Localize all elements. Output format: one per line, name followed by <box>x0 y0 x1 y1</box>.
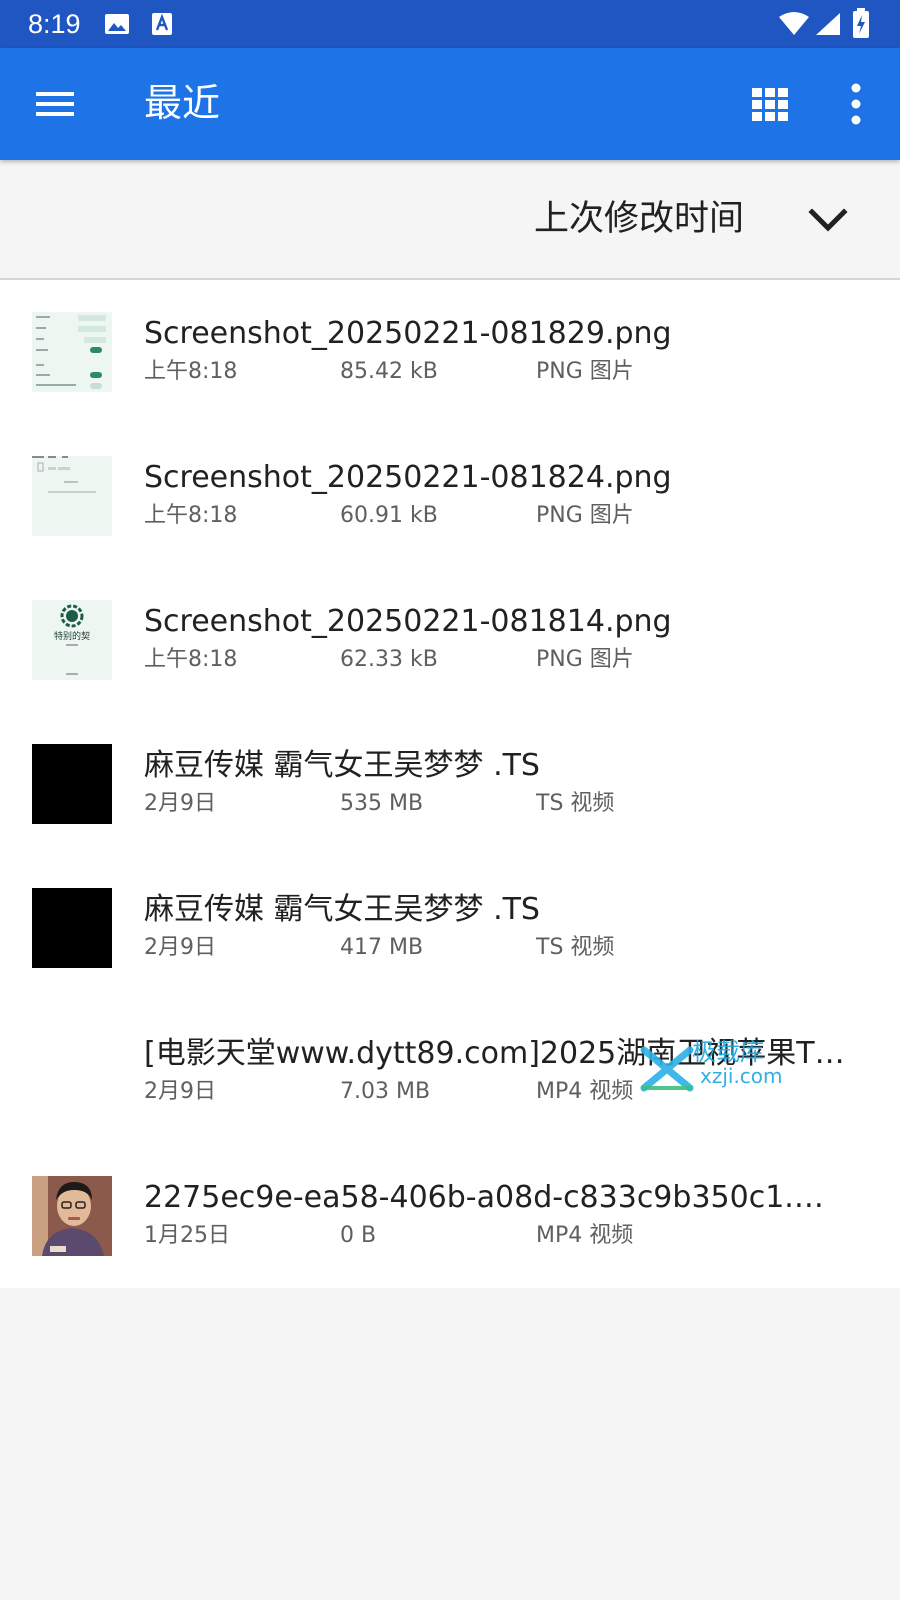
battery-charging-icon <box>853 8 869 38</box>
menu-icon[interactable] <box>36 88 76 120</box>
file-size: 7.03 MB <box>340 1079 431 1104</box>
file-thumbnail <box>32 312 112 392</box>
file-name: Screenshot_20250221-081814.png <box>144 604 672 639</box>
file-size: 85.42 kB <box>340 359 438 384</box>
watermark: 极载库 xzji.com <box>640 1038 790 1092</box>
grid-view-icon[interactable] <box>750 86 790 122</box>
page-title: 最近 <box>144 81 221 125</box>
status-time: 8:19 <box>28 9 81 39</box>
sort-bar: 上次修改时间 <box>0 160 900 280</box>
gallery-notification-icon <box>105 14 129 34</box>
file-type: PNG 图片 <box>536 503 634 528</box>
file-thumbnail <box>32 1032 112 1112</box>
file-name: 2275ec9e-ea58-406b-a08d-c833c9b350c1.mp4 <box>144 1180 852 1215</box>
dialog-screenshot-thumbnail <box>32 456 96 493</box>
sort-dropdown-label[interactable]: 上次修改时间 <box>534 198 744 240</box>
file-type: TS 视频 <box>536 935 615 960</box>
watermark-logo-icon <box>640 1046 694 1092</box>
file-list: Screenshot_20250221-081829.png 上午8:18 85… <box>0 280 900 1288</box>
file-list-item[interactable]: 特别的契 Screenshot_20250221-081814.png 上午8:… <box>0 568 900 712</box>
file-list-item[interactable]: 麻豆传媒 霸气女王吴梦梦 .TS 2月9日 417 MB TS 视频 <box>0 856 900 1000</box>
file-date: 1月25日 <box>144 1223 230 1248</box>
file-date: 上午8:18 <box>144 503 238 528</box>
text-notification-icon <box>152 13 172 35</box>
file-type: MP4 视频 <box>536 1079 634 1104</box>
wifi-icon <box>779 12 809 35</box>
signal-icon <box>816 13 840 35</box>
file-thumbnail <box>32 744 112 824</box>
more-options-icon[interactable] <box>836 80 876 128</box>
file-size: 60.91 kB <box>340 503 438 528</box>
watermark-subtext: xzji.com <box>700 1064 783 1088</box>
file-type: TS 视频 <box>536 791 615 816</box>
file-type: PNG 图片 <box>536 647 634 672</box>
file-size: 417 MB <box>340 935 424 960</box>
file-date: 上午8:18 <box>144 359 238 384</box>
file-date: 上午8:18 <box>144 647 238 672</box>
file-thumbnail <box>32 456 112 536</box>
file-name: Screenshot_20250221-081829.png <box>144 316 672 351</box>
file-date: 2月9日 <box>144 1079 216 1104</box>
thumbnail-text: 特别的契 <box>53 632 90 642</box>
file-date: 2月9日 <box>144 791 216 816</box>
status-bar: 8:19 <box>0 0 900 48</box>
file-size: 62.33 kB <box>340 647 438 672</box>
settings-screenshot-thumbnail <box>36 315 106 389</box>
file-list-item[interactable]: 2275ec9e-ea58-406b-a08d-c833c9b350c1.mp4… <box>0 1144 900 1288</box>
file-list-item[interactable]: Screenshot_20250221-081829.png 上午8:18 85… <box>0 280 900 424</box>
file-thumbnail <box>32 888 112 968</box>
file-list-item[interactable]: Screenshot_20250221-081824.png 上午8:18 60… <box>0 424 900 568</box>
app-bar: 最近 <box>0 48 900 160</box>
file-type: MP4 视频 <box>536 1223 634 1248</box>
file-name: 麻豆传媒 霸气女王吴梦梦 .TS <box>144 892 540 927</box>
person-video-thumbnail <box>32 1176 112 1256</box>
watermark-text: 极载库 <box>692 1038 764 1066</box>
file-thumbnail: 特别的契 <box>32 600 112 680</box>
chevron-down-icon[interactable] <box>806 202 850 238</box>
file-name: 麻豆传媒 霸气女王吴梦梦 .TS <box>144 748 540 783</box>
file-thumbnail <box>32 1176 112 1256</box>
file-list-item[interactable]: 麻豆传媒 霸气女王吴梦梦 .TS 2月9日 535 MB TS 视频 <box>0 712 900 856</box>
file-name: Screenshot_20250221-081824.png <box>144 460 672 495</box>
file-size: 535 MB <box>340 791 424 816</box>
file-type: PNG 图片 <box>536 359 634 384</box>
file-size: 0 B <box>340 1223 377 1248</box>
file-date: 2月9日 <box>144 935 216 960</box>
